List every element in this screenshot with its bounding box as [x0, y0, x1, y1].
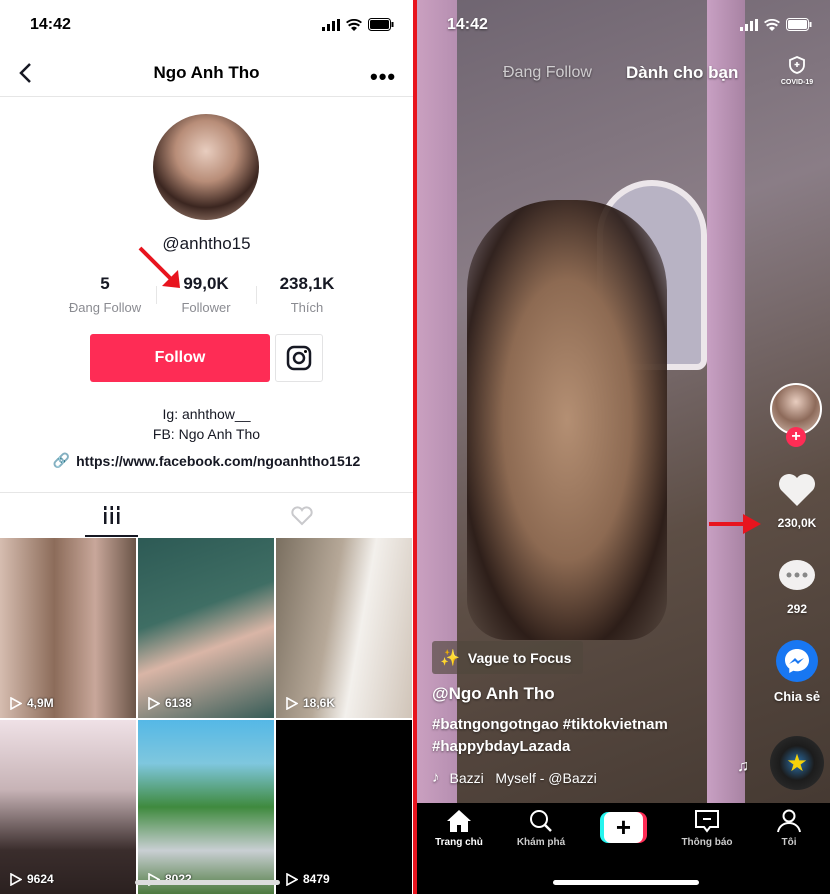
video-subject: [467, 200, 667, 640]
video-thumbnail[interactable]: 9624: [0, 720, 136, 894]
video-thumbnail[interactable]: 4,9M: [0, 538, 136, 718]
header-title: Ngo Anh Tho: [153, 63, 260, 82]
home-icon: [447, 810, 471, 832]
plus-icon: +: [604, 812, 643, 843]
shield-icon: [789, 56, 805, 74]
wifi-icon: [764, 18, 780, 31]
share-button[interactable]: Chia sẻ: [767, 640, 827, 704]
signal-icon: [322, 18, 340, 31]
signal-icon: [740, 18, 758, 31]
heart-icon: [779, 474, 815, 506]
comment-button[interactable]: 292: [767, 558, 827, 616]
play-icon: [10, 696, 22, 710]
video-thumbnail[interactable]: 8022: [138, 720, 274, 894]
link-icon: 🔗: [52, 452, 71, 468]
nav-inbox[interactable]: Thông báo: [667, 809, 747, 848]
video-mirror-frame-right: [707, 0, 745, 803]
bio-link[interactable]: 🔗 https://www.facebook.com/ngoanhtho1512: [0, 452, 413, 469]
status-icons: [322, 18, 394, 31]
video-thumbnail[interactable]: 8479: [276, 720, 412, 894]
annotation-arrow: [709, 514, 761, 534]
feed-screen: 14:42 Đang Follow Dành cho bạn COVID-19 …: [417, 0, 830, 894]
star-icon: ★: [786, 749, 808, 777]
stat-followers[interactable]: 99,0K Follower: [156, 274, 256, 315]
tiktok-note-icon: ♪: [432, 769, 440, 786]
username: @anhtho15: [162, 234, 251, 253]
covid-button[interactable]: COVID-19: [775, 56, 819, 86]
bio: Ig: anhthow__ FB: Ngo Anh Tho: [152, 406, 261, 442]
like-button[interactable]: 230,0K: [767, 472, 827, 530]
messenger-icon: [776, 640, 818, 682]
play-icon: [148, 696, 160, 710]
tab-liked[interactable]: [275, 495, 328, 537]
music-disc[interactable]: ★: [770, 736, 824, 790]
tab-following[interactable]: Đang Follow: [503, 64, 592, 82]
nav-profile[interactable]: Tôi: [749, 809, 829, 848]
home-indicator: [135, 880, 280, 885]
music-info[interactable]: ♪ Bazzi Myself - @Bazzi: [432, 769, 597, 786]
home-indicator: [553, 880, 699, 885]
inbox-icon: [695, 810, 719, 833]
avatar[interactable]: [153, 114, 259, 220]
bottom-nav: Trang chủ Khám phá + Thông báo Tôi: [417, 803, 830, 894]
wifi-icon: [346, 18, 362, 31]
tab-videos[interactable]: [85, 495, 138, 537]
tab-for-you[interactable]: Dành cho bạn: [626, 63, 738, 83]
video-thumbnail[interactable]: 6138: [138, 538, 274, 718]
nav-discover[interactable]: Khám phá: [501, 809, 581, 848]
author-name[interactable]: @Ngo Anh Tho: [432, 684, 555, 704]
sparkle-wand-icon: ✨: [440, 649, 460, 667]
profile-screen: 14:42 Ngo Anh Tho ••• @anhtho15 5 Đang Fo…: [0, 0, 413, 894]
instagram-icon: [286, 345, 312, 371]
status-time: 14:42: [447, 16, 488, 33]
play-icon: [286, 696, 298, 710]
follow-plus-icon[interactable]: +: [786, 427, 806, 447]
play-icon: [286, 872, 298, 886]
video-mirror-frame-left: [417, 0, 457, 803]
video-thumbnail[interactable]: 18,6K: [276, 538, 412, 718]
battery-icon: [786, 18, 812, 31]
stat-following[interactable]: 5 Đang Follow: [55, 274, 155, 315]
create-button[interactable]: +: [600, 812, 647, 843]
caption: #batngongotngao #tiktokvietnam #happybda…: [432, 716, 668, 755]
status-time: 14:42: [30, 16, 71, 33]
grid-icon: [103, 506, 119, 524]
effect-badge[interactable]: ✨ Vague to Focus: [432, 641, 584, 674]
follow-button[interactable]: Follow: [90, 334, 270, 382]
stat-likes: 238,1K Thích: [279, 274, 335, 315]
nav-home[interactable]: Trang chủ: [419, 809, 499, 848]
battery-icon: [368, 18, 394, 31]
search-icon: [530, 810, 552, 832]
more-icon[interactable]: •••: [370, 64, 396, 90]
music-note-icon: ♫: [737, 758, 749, 775]
tabs-divider: [0, 492, 413, 493]
status-icons: [740, 18, 812, 31]
play-icon: [10, 872, 22, 886]
comment-icon: [779, 560, 815, 590]
profile-icon: [777, 809, 801, 833]
liked-heart-icon: [290, 506, 313, 526]
header-divider: [0, 96, 413, 97]
instagram-button[interactable]: [275, 334, 323, 382]
